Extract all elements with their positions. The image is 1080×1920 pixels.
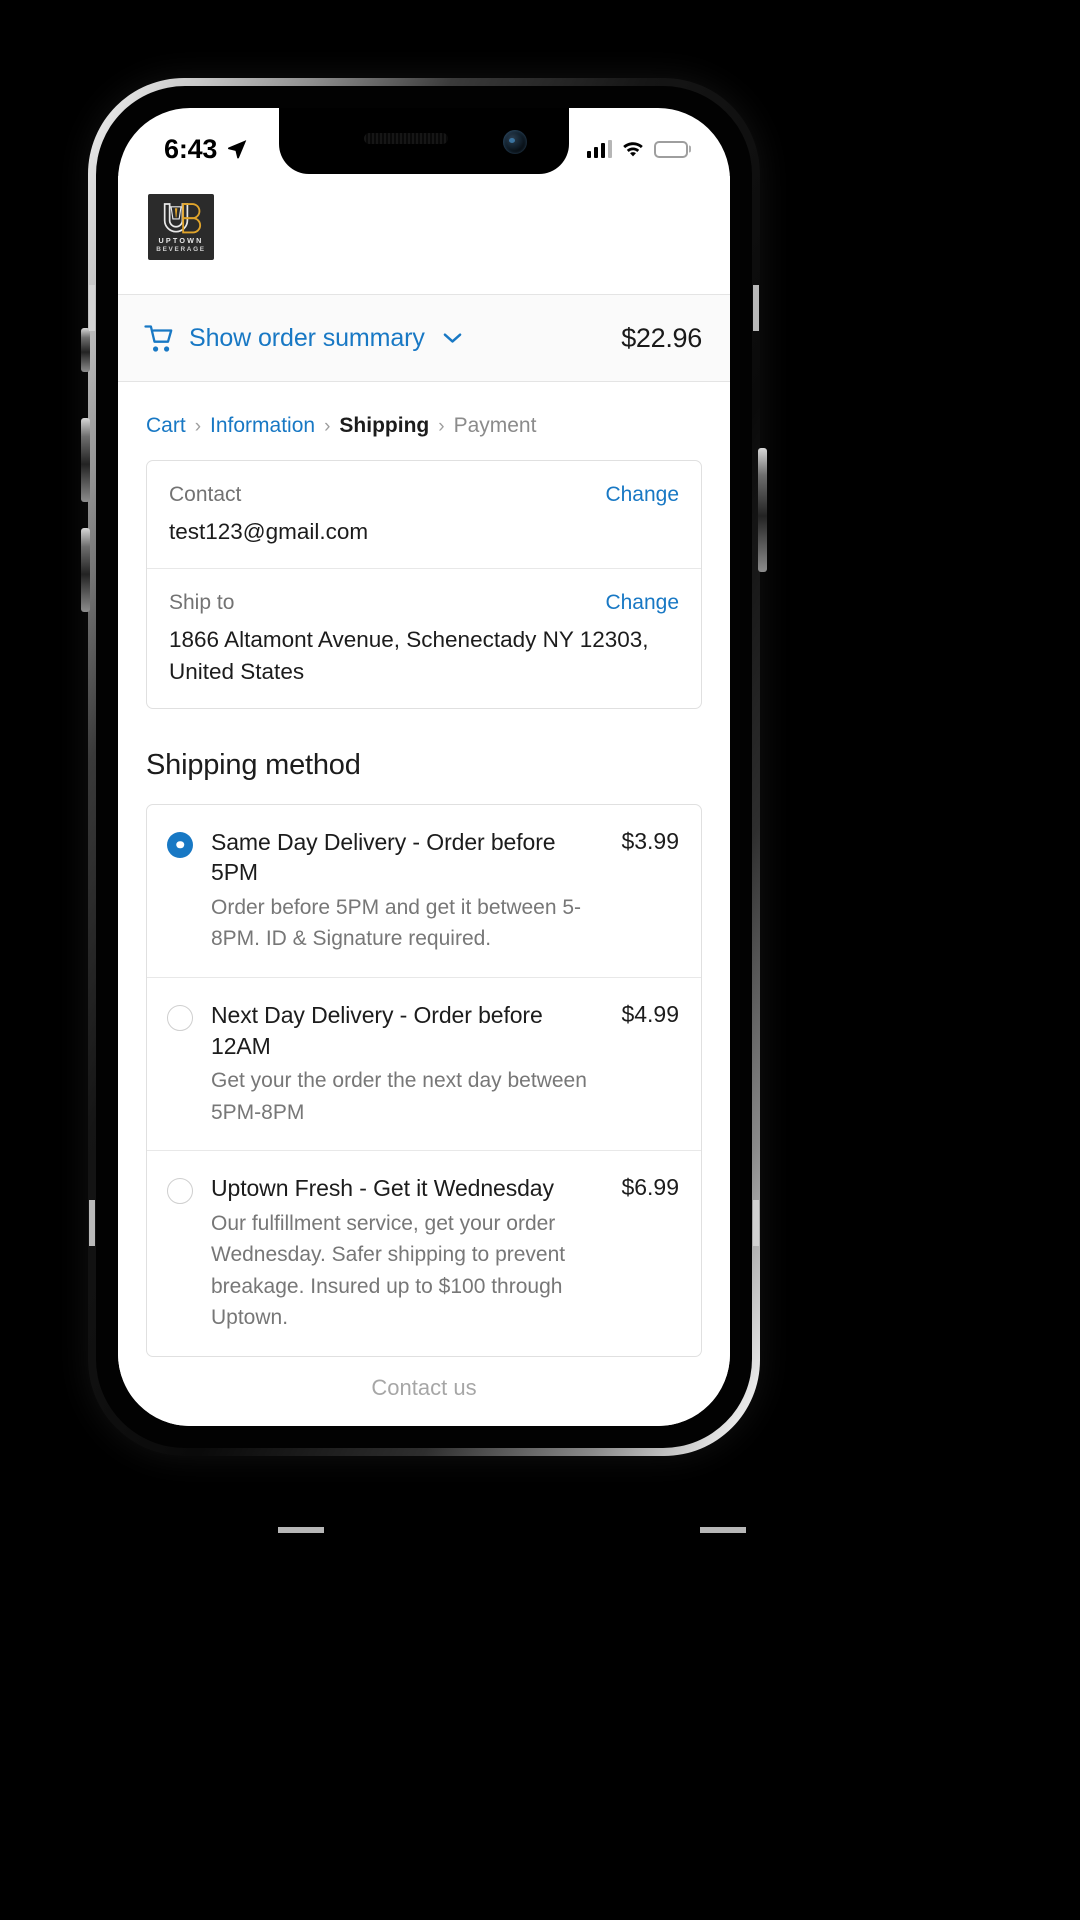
breadcrumb: Cart › Information › Shipping › Payment	[118, 382, 730, 460]
shopping-cart-icon	[144, 324, 173, 352]
order-summary-toggle[interactable]: Show order summary	[144, 324, 462, 353]
shipping-method-list: Same Day Delivery - Order before 5PM Ord…	[146, 803, 702, 1357]
contact-label: Contact	[169, 483, 242, 506]
antenna-line-right-bottom	[753, 1200, 759, 1246]
antenna-line-bottom-right	[700, 1527, 746, 1533]
antenna-line-right-top	[753, 285, 759, 331]
change-address-link[interactable]: Change	[605, 591, 679, 615]
order-total-amount: $22.96	[621, 322, 702, 353]
logo-text-line-2: BEVERAGE	[156, 245, 206, 253]
breadcrumb-item-payment: Payment	[453, 414, 537, 437]
review-row-header: Contact Change	[169, 483, 679, 507]
breadcrumb-item-shipping: Shipping	[339, 414, 430, 437]
phone-stage: 6:43 UPTOWN BEVERAGE Show order summary …	[0, 0, 1080, 1920]
ub-monogram-icon	[163, 203, 202, 234]
shipping-option-same-day[interactable]: Same Day Delivery - Order before 5PM Ord…	[147, 805, 701, 977]
radio-uptown-fresh[interactable]	[167, 1178, 193, 1205]
shipping-option-name: Same Day Delivery - Order before 5PM	[211, 828, 556, 886]
wifi-icon	[623, 142, 643, 157]
shipping-option-name: Uptown Fresh - Get it Wednesday	[211, 1175, 554, 1202]
phone-frame: 6:43 UPTOWN BEVERAGE Show order summary …	[88, 78, 760, 1533]
breadcrumb-separator-icon: ›	[194, 415, 202, 437]
contact-value: test123@gmail.com	[169, 519, 369, 544]
breadcrumb-item-information[interactable]: Information	[210, 414, 315, 438]
shipping-option-body: Uptown Fresh - Get it Wednesday Our fulf…	[211, 1173, 593, 1334]
shipping-option-name: Next Day Delivery - Order before 12AM	[211, 1001, 543, 1059]
volume-up-button[interactable]	[81, 418, 90, 502]
order-summary-label: Show order summary	[189, 323, 425, 352]
shipping-option-body: Next Day Delivery - Order before 12AM Ge…	[211, 1000, 593, 1128]
chevron-down-icon	[443, 333, 462, 343]
shipping-option-description: Get your the order the next day between …	[211, 1069, 587, 1124]
shipping-option-description: Our fulfillment service, get your order …	[211, 1211, 566, 1330]
shipping-option-price: $4.99	[621, 1000, 679, 1027]
order-review-card: Contact Change test123@gmail.com Ship to…	[146, 460, 702, 709]
status-bar-left: 6:43	[164, 134, 248, 165]
status-bar-right	[586, 140, 688, 158]
breadcrumb-separator-icon: ›	[438, 415, 445, 437]
breadcrumb-separator-icon: ›	[324, 415, 331, 437]
location-arrow-icon	[228, 140, 247, 159]
battery-icon	[654, 140, 688, 158]
review-row-ship-to: Ship to Change 1866 Altamont Avenue, Sch…	[147, 567, 701, 708]
power-button[interactable]	[758, 448, 767, 572]
cellular-signal-icon	[586, 140, 612, 158]
breadcrumb-item-cart[interactable]: Cart	[146, 414, 186, 438]
radio-next-day[interactable]	[167, 1004, 193, 1031]
shipping-option-body: Same Day Delivery - Order before 5PM Ord…	[211, 827, 593, 955]
antenna-line-bottom-left	[278, 1527, 324, 1533]
logo-text-line-1: UPTOWN	[158, 236, 204, 245]
ship-to-value: 1866 Altamont Avenue, Schenectady NY 123…	[169, 626, 649, 684]
site-header: UPTOWN BEVERAGE	[118, 176, 730, 294]
shipping-option-next-day[interactable]: Next Day Delivery - Order before 12AM Ge…	[147, 976, 701, 1150]
volume-down-button[interactable]	[81, 528, 90, 612]
antenna-line-left-top	[89, 285, 95, 331]
status-time: 6:43	[164, 133, 218, 164]
phone-bezel: 6:43 UPTOWN BEVERAGE Show order summary …	[96, 86, 752, 1448]
status-bar: 6:43	[118, 108, 730, 176]
phone-screen: 6:43 UPTOWN BEVERAGE Show order summary …	[118, 108, 730, 1426]
review-row-contact: Contact Change test123@gmail.com	[147, 461, 701, 568]
shipping-method-title: Shipping method	[146, 748, 361, 781]
checkout-page: UPTOWN BEVERAGE Show order summary $22.9…	[118, 176, 730, 1426]
partial-next-section: Contact us	[371, 1374, 477, 1400]
order-summary-bar[interactable]: Show order summary $22.96	[118, 294, 730, 382]
shipping-option-description: Order before 5PM and get it between 5-8P…	[211, 895, 582, 951]
uptown-beverage-logo[interactable]: UPTOWN BEVERAGE	[148, 194, 214, 260]
shipping-option-uptown-fresh[interactable]: Uptown Fresh - Get it Wednesday Our fulf…	[147, 1150, 701, 1356]
review-row-header: Ship to Change	[169, 591, 679, 615]
mute-switch-button[interactable]	[81, 328, 90, 372]
ship-to-label: Ship to	[169, 590, 235, 614]
antenna-line-left-bottom	[89, 1200, 95, 1246]
shipping-option-price: $6.99	[621, 1174, 679, 1201]
shipping-option-price: $3.99	[621, 827, 679, 854]
change-contact-link[interactable]: Change	[605, 483, 679, 507]
radio-same-day[interactable]	[167, 831, 193, 858]
